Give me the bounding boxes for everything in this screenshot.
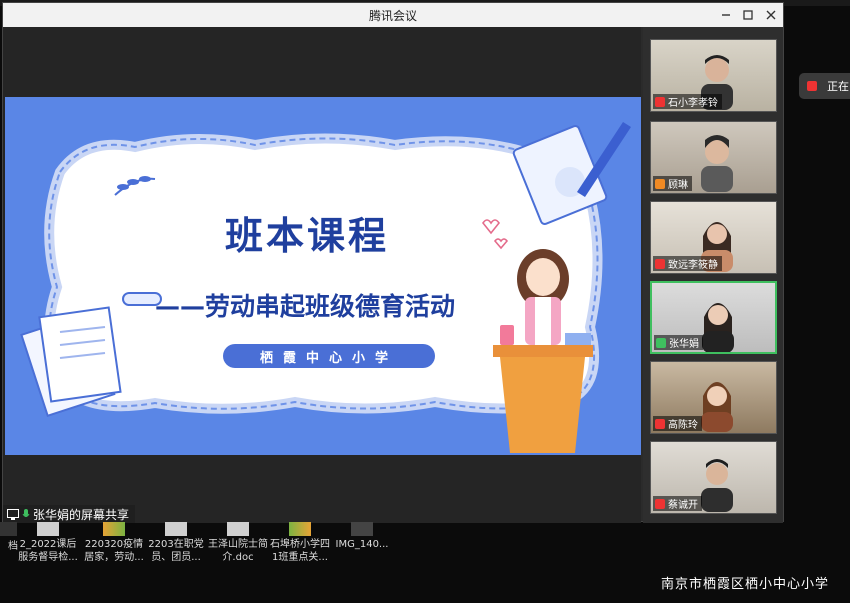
participant-nametag: 顾琳 — [653, 176, 692, 191]
slide-subtitle: ——劳动串起班级德育活动 — [155, 292, 456, 321]
file-label: 2203在职党 — [148, 539, 204, 550]
participant-tile[interactable]: 高陈玲 — [650, 361, 777, 434]
desktop-file[interactable]: 2_2022课后 服务督导检... — [16, 522, 80, 564]
file-label: 2_2022课后 — [19, 539, 77, 550]
title-bar: 腾讯会议 — [3, 3, 783, 27]
image-file-icon — [351, 522, 373, 536]
desktop: 腾讯会议 班本课程 ——劳动串起班级德育活动 栖霞中心小学 张华娟的屏幕共享 石… — [0, 0, 850, 603]
participant-nametag: 高陈玲 — [653, 416, 702, 431]
participant-name: 顾琳 — [668, 180, 688, 191]
desktop-file[interactable]: 王泽山院士简 介.doc — [206, 522, 270, 564]
mic-muted-icon — [655, 418, 665, 429]
file-label: 1班重点关... — [272, 552, 328, 563]
presentation-slide: 班本课程 ——劳动串起班级德育活动 栖霞中心小学 — [5, 97, 641, 455]
maximize-button[interactable] — [737, 5, 759, 25]
school-name-badge: 栖霞中心小学 — [223, 344, 435, 368]
mic-muted-icon — [807, 81, 817, 91]
file-label: 220320疫情 — [84, 539, 144, 550]
file-label: 介.doc — [222, 552, 254, 563]
mic-muted-icon — [655, 498, 665, 509]
file-label: 居家，劳动... — [84, 552, 144, 563]
desktop-file[interactable]: 石埠桥小学四 1班重点关... — [268, 522, 332, 564]
participant-name: 致远李筱静 — [668, 260, 718, 271]
watermark-text: 南京市栖霞区栖小中心小学 — [661, 577, 830, 592]
document-icon — [37, 522, 59, 536]
file-label: 王泽山院士简 — [208, 539, 268, 550]
window-title: 腾讯会议 — [368, 9, 417, 23]
participant-nametag: 蔡诚开 — [653, 496, 702, 511]
participant-name: 张华娟 — [669, 339, 699, 350]
desktop-file[interactable]: IMG_140... — [330, 522, 394, 551]
participant-tile[interactable]: 顾琳 — [650, 121, 777, 194]
screen-share-text: 张华娟的屏幕共享 — [33, 507, 130, 522]
speaking-indicator[interactable]: 正在 — [799, 73, 850, 99]
participant-nametag: 石小李孝铃 — [653, 94, 722, 109]
participant-video-person — [701, 135, 733, 192]
participant-video-person — [702, 303, 734, 352]
file-label: 石埠桥小学四 — [270, 539, 330, 550]
desktop-file[interactable]: 2203在职党 员、团员... — [144, 522, 208, 564]
participant-tile-active-speaker[interactable]: 张华娟 — [650, 281, 777, 354]
participant-name: 高陈玲 — [668, 420, 698, 431]
slide-artwork — [20, 122, 631, 453]
school-name: 栖霞中心小学 — [259, 350, 398, 366]
minimize-icon — [722, 14, 730, 16]
desktop-file[interactable]: 220320疫情 居家，劳动... — [82, 522, 146, 564]
document-icon — [165, 522, 187, 536]
file-label: IMG_140... — [335, 539, 389, 550]
participant-name: 蔡诚开 — [668, 500, 698, 511]
minimize-button[interactable] — [715, 5, 737, 25]
mic-muted-icon — [655, 96, 665, 107]
shared-screen-area[interactable]: 班本课程 ——劳动串起班级德育活动 栖霞中心小学 张华娟的屏幕共享 — [3, 27, 641, 523]
slide-title: 班本课程 — [225, 214, 390, 258]
close-icon — [766, 10, 776, 20]
participant-tile[interactable]: 致远李筱静 — [650, 201, 777, 274]
meeting-window: 腾讯会议 班本课程 ——劳动串起班级德育活动 栖霞中心小学 张华娟的屏幕共享 石… — [2, 2, 784, 523]
screen-share-icon — [7, 508, 19, 520]
user-avatar-icon — [655, 178, 665, 189]
file-label: 员、团员... — [151, 552, 201, 563]
participant-gallery: 石小李孝铃 顾琳 致远李筱静 张华娟 高陈玲 蔡诚开 — [643, 27, 783, 523]
participant-video-person — [701, 382, 733, 432]
participant-name: 石小李孝铃 — [668, 98, 718, 109]
screen-share-label: 张华娟的屏幕共享 — [3, 505, 136, 523]
maximize-icon — [743, 10, 753, 20]
participant-video-person — [701, 459, 733, 512]
close-button[interactable] — [760, 5, 782, 25]
mic-on-icon — [656, 337, 666, 348]
participant-tile[interactable]: 石小李孝铃 — [650, 39, 777, 112]
word-document-icon — [227, 522, 249, 536]
participant-tile[interactable]: 蔡诚开 — [650, 441, 777, 514]
archive-icon — [103, 522, 125, 536]
participant-nametag: 致远李筱静 — [653, 256, 722, 271]
file-icon — [0, 522, 17, 536]
participant-nametag: 张华娟 — [654, 335, 703, 350]
mic-muted-icon — [655, 258, 665, 269]
microphone-icon — [22, 508, 30, 517]
speaking-indicator-text: 正在 — [827, 80, 849, 93]
file-label: 服务督导检... — [18, 552, 78, 563]
archive-icon — [289, 522, 311, 536]
